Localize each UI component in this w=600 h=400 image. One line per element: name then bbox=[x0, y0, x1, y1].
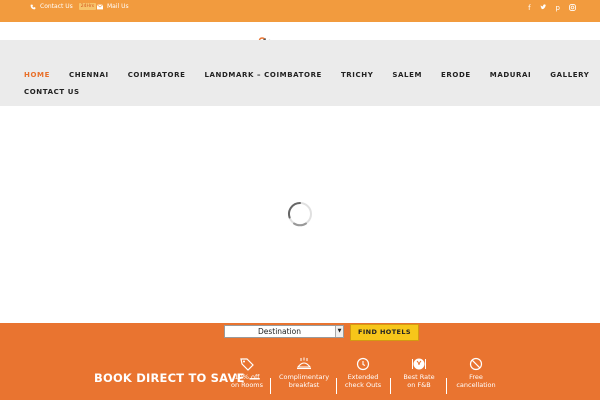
clock-icon bbox=[356, 357, 370, 371]
nav-item-erode[interactable]: ERODE bbox=[441, 71, 471, 79]
mail-us-link[interactable]: Mail Us bbox=[97, 3, 129, 10]
benefit-extended-checkout: Extended check Outs bbox=[333, 357, 393, 389]
contact-us-label: Contact Us bbox=[40, 3, 73, 10]
divider bbox=[270, 378, 271, 394]
benefit-line2: breakfast bbox=[288, 381, 320, 389]
nav-item-trichy[interactable]: TRICHY bbox=[341, 71, 373, 79]
destination-value: Destination bbox=[257, 327, 302, 336]
benefit-line1: Extended bbox=[347, 373, 379, 381]
breakfast-icon bbox=[296, 357, 312, 370]
booking-band: Destination ▼ FIND HOTELS BOOK DIRECT TO… bbox=[0, 323, 600, 400]
nav-item-salem[interactable]: SALEM bbox=[392, 71, 422, 79]
benefit-line1: 10% off bbox=[234, 373, 260, 381]
destination-select[interactable]: Destination ▼ bbox=[224, 325, 344, 338]
benefit-rooms-discount: 10% off on Rooms bbox=[217, 357, 277, 389]
header-strip bbox=[0, 22, 600, 40]
nav-item-madurai[interactable]: MADURAI bbox=[490, 71, 532, 79]
benefit-line1: Complimentary bbox=[278, 373, 330, 381]
nav-item-landmark-coimbatore[interactable]: LANDMARK – COIMBATORE bbox=[204, 71, 321, 79]
nav-item-home[interactable]: HOME bbox=[24, 71, 50, 79]
benefit-line2: on Rooms bbox=[230, 381, 264, 389]
instagram-icon[interactable] bbox=[569, 4, 576, 11]
contact-us-link[interactable]: Contact Us 24Hrs bbox=[30, 3, 97, 10]
benefit-line2: cancellation bbox=[456, 381, 496, 389]
dropdown-arrow-icon[interactable]: ▼ bbox=[335, 326, 343, 337]
benefit-best-rate: Best Rate on F&B bbox=[389, 357, 449, 389]
top-bar: Contact Us 24Hrs Mail Us f p bbox=[0, 0, 600, 22]
twitter-icon[interactable] bbox=[540, 4, 547, 11]
benefit-line1: Best Rate bbox=[403, 373, 435, 381]
find-hotels-button[interactable]: FIND HOTELS bbox=[350, 324, 419, 341]
social-links: f p bbox=[528, 4, 576, 12]
no-cancel-icon bbox=[469, 357, 483, 371]
dining-icon bbox=[412, 358, 426, 370]
nav-row: HOME CHENNAI COIMBATORE LANDMARK – COIMB… bbox=[24, 71, 589, 79]
contact-badge: 24Hrs bbox=[78, 3, 97, 10]
main-navigation: HOME CHENNAI COIMBATORE LANDMARK – COIMB… bbox=[0, 40, 600, 106]
nav-row: CONTACT US bbox=[24, 88, 80, 96]
phone-icon bbox=[30, 4, 36, 9]
nav-item-gallery[interactable]: GALLERY bbox=[550, 71, 589, 79]
benefit-line2: on F&B bbox=[407, 381, 431, 389]
mail-us-label: Mail Us bbox=[107, 3, 129, 10]
loading-spinner-icon bbox=[288, 202, 312, 227]
facebook-icon[interactable]: f bbox=[528, 4, 530, 12]
mail-icon bbox=[97, 3, 103, 9]
nav-item-chennai[interactable]: CHENNAI bbox=[69, 71, 109, 79]
pinterest-icon[interactable]: p bbox=[556, 4, 560, 12]
benefit-line1: Free bbox=[469, 373, 483, 381]
nav-item-contact-us[interactable]: CONTACT US bbox=[24, 88, 80, 96]
benefit-line2: check Outs bbox=[344, 381, 382, 389]
tag-icon bbox=[240, 358, 254, 371]
nav-item-coimbatore[interactable]: COIMBATORE bbox=[128, 71, 186, 79]
benefit-breakfast: Complimentary breakfast bbox=[274, 357, 334, 389]
benefit-free-cancellation: Free cancellation bbox=[446, 357, 506, 389]
